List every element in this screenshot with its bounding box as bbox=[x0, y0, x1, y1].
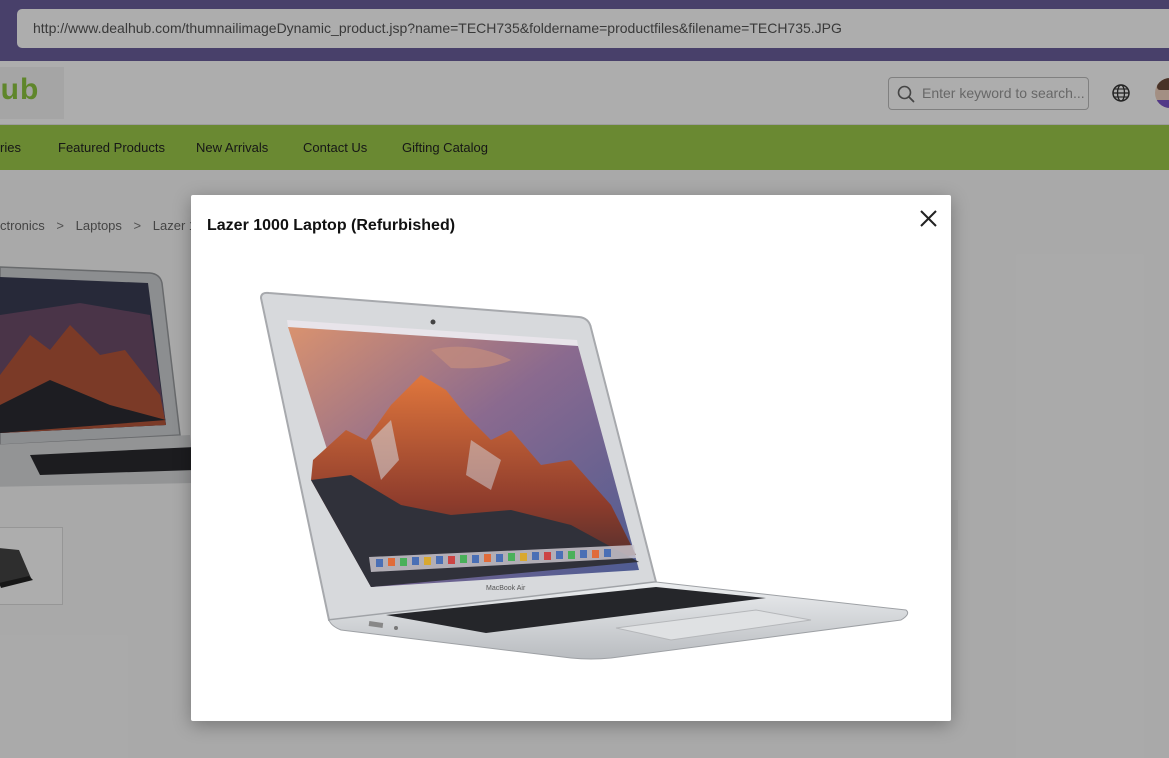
modal-title: Lazer 1000 Laptop (Refurbished) bbox=[207, 217, 456, 234]
image-modal: Lazer 1000 Laptop (Refurbished) MacBook … bbox=[191, 195, 951, 721]
product-image: MacBook Air bbox=[259, 291, 909, 660]
close-icon[interactable] bbox=[916, 206, 941, 231]
laptop-brand-text: MacBook Air bbox=[486, 585, 526, 592]
